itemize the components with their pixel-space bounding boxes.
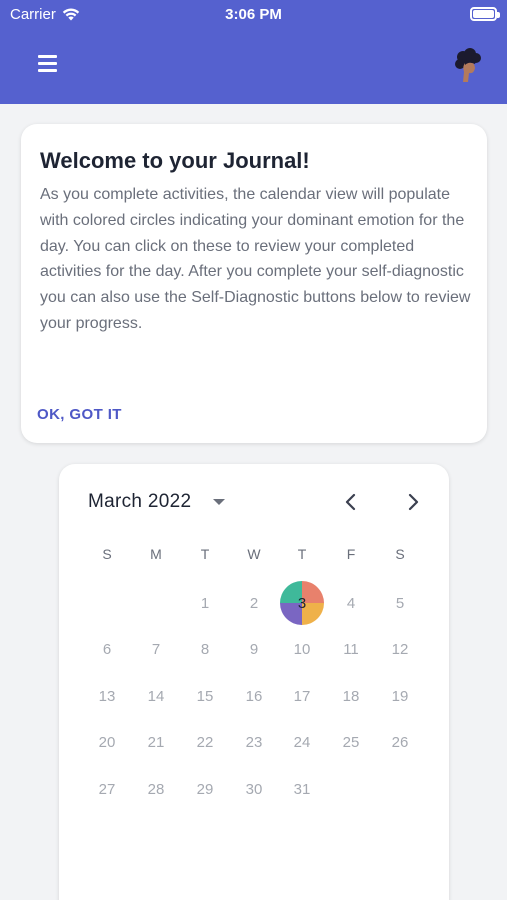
calendar-card: March 2022 S M T W T F S 1 2 3 4 5 6 7 8 9 10 11 12 13 14 15 1… <box>59 464 449 900</box>
day-number: 13 <box>98 687 116 705</box>
hamburger-menu-icon[interactable] <box>38 55 57 72</box>
chevron-right-icon[interactable] <box>401 490 425 514</box>
weekday-label: S <box>102 546 112 562</box>
calendar-day[interactable]: 6 <box>87 630 127 670</box>
day-number: 28 <box>147 780 165 798</box>
welcome-body: As you complete activities, the calendar… <box>40 186 471 332</box>
weekday-label: T <box>200 546 210 562</box>
day-number: 8 <box>200 641 210 658</box>
calendar-day[interactable]: 2 <box>234 583 274 623</box>
day-number: 9 <box>249 641 259 658</box>
day-number: 18 <box>342 687 360 705</box>
weekday-label: S <box>395 546 405 562</box>
weekday-label: T <box>297 546 307 562</box>
day-number: 6 <box>102 641 112 658</box>
day-number: 25 <box>342 734 360 751</box>
battery-icon <box>470 7 500 21</box>
calendar-day[interactable]: 1 <box>185 583 225 623</box>
day-number: 31 <box>293 780 311 798</box>
dropdown-arrow-icon <box>213 499 226 505</box>
day-number: 14 <box>147 687 165 705</box>
calendar-day[interactable]: 13 <box>87 676 127 716</box>
day-number: 30 <box>245 780 263 798</box>
calendar-day[interactable]: 19 <box>380 676 420 716</box>
calendar-day[interactable]: 29 <box>185 769 225 809</box>
calendar-day[interactable]: 20 <box>87 723 127 763</box>
day-number: 12 <box>391 641 409 658</box>
day-number: 19 <box>391 687 409 705</box>
day-number: 22 <box>196 734 214 751</box>
day-number: 16 <box>245 687 263 705</box>
calendar-day[interactable]: 22 <box>185 723 225 763</box>
calendar-day[interactable]: 27 <box>87 769 127 809</box>
calendar-day[interactable]: 5 <box>380 583 420 623</box>
calendar-day[interactable]: 14 <box>136 676 176 716</box>
month-select[interactable]: March 2022 <box>88 491 226 513</box>
day-number: 27 <box>98 780 116 798</box>
status-time: 3:06 PM <box>225 6 282 23</box>
calendar-day[interactable]: 12 <box>380 630 420 670</box>
calendar-day[interactable]: 15 <box>185 676 225 716</box>
calendar-day[interactable]: 28 <box>136 769 176 809</box>
weekday-label: M <box>150 546 162 562</box>
calendar-day[interactable]: 21 <box>136 723 176 763</box>
calendar-day[interactable]: 4 <box>331 583 371 623</box>
day-number: 1 <box>200 594 210 612</box>
day-number: 24 <box>293 734 311 751</box>
day-number: 10 <box>293 641 311 658</box>
month-label: March 2022 <box>88 491 192 512</box>
welcome-card: Welcome to your Journal! As you complete… <box>21 124 487 443</box>
day-number: 7 <box>151 641 161 658</box>
day-number: 11 <box>343 641 359 658</box>
chevron-left-icon[interactable] <box>339 490 363 514</box>
weekday-label: F <box>346 546 356 562</box>
calendar-day[interactable]: 31 <box>282 769 322 809</box>
weekday-label: W <box>247 546 261 562</box>
ok-got-it-button[interactable]: OK, GOT IT <box>37 406 122 423</box>
calendar-day[interactable]: 8 <box>185 630 225 670</box>
day-number: 29 <box>196 780 214 798</box>
calendar-day[interactable]: 11 <box>331 630 371 670</box>
app-header: Carrier 3:06 PM <box>0 0 507 104</box>
calendar-day[interactable]: 7 <box>136 630 176 670</box>
day-number: 3 <box>297 594 307 612</box>
calendar-day[interactable]: 25 <box>331 723 371 763</box>
day-number: 23 <box>245 734 263 751</box>
calendar-day[interactable]: 3 <box>280 581 324 625</box>
day-number: 20 <box>98 734 116 751</box>
calendar-day[interactable]: 9 <box>234 630 274 670</box>
calendar-day[interactable]: 30 <box>234 769 274 809</box>
calendar-day[interactable]: 23 <box>234 723 274 763</box>
day-number: 2 <box>249 594 259 612</box>
day-number: 15 <box>196 687 214 705</box>
day-number: 4 <box>346 594 356 612</box>
day-number: 26 <box>391 734 409 751</box>
calendar-day[interactable]: 10 <box>282 630 322 670</box>
day-number: 5 <box>395 594 405 612</box>
calendar-day[interactable]: 24 <box>282 723 322 763</box>
calendar-day[interactable]: 18 <box>331 676 371 716</box>
welcome-title: Welcome to your Journal! <box>40 148 310 173</box>
calendar-day[interactable]: 26 <box>380 723 420 763</box>
day-number: 17 <box>293 687 311 705</box>
calendar-day[interactable]: 17 <box>282 676 322 716</box>
status-bar: Carrier 3:06 PM <box>0 0 507 28</box>
calendar-day[interactable]: 16 <box>234 676 274 716</box>
user-avatar-icon[interactable] <box>454 48 484 84</box>
day-number: 21 <box>147 734 165 751</box>
